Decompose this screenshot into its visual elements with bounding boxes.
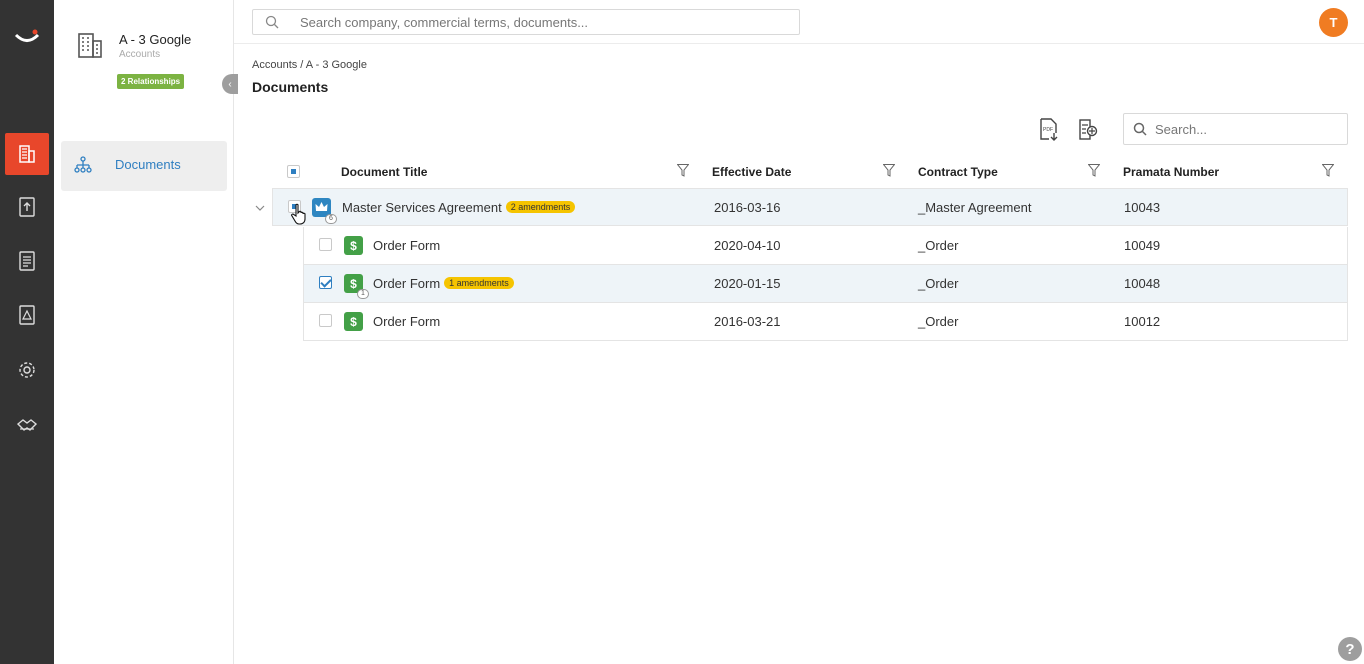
table-row[interactable]: $ Order Form 2016-03-21 _Order 10012: [303, 303, 1348, 341]
document-title[interactable]: Order Form: [373, 238, 440, 253]
page-title: Documents: [252, 79, 329, 95]
table-row[interactable]: $ Order Form 2020-04-10 _Order 10049: [303, 227, 1348, 265]
search-icon: [1133, 122, 1147, 136]
relationships-badge[interactable]: 2 Relationships: [117, 74, 185, 89]
account-type: Accounts: [119, 49, 161, 60]
effective-date: 2016-03-16: [714, 200, 781, 215]
col-header-title[interactable]: Document Title: [341, 165, 427, 179]
pramata-number: 10049: [1124, 238, 1161, 253]
effective-date: 2020-04-10: [714, 238, 781, 253]
amendments-badge: 2 amendments: [505, 201, 576, 213]
app-rail: [0, 0, 54, 664]
search-icon: [265, 15, 279, 29]
document-title[interactable]: Master Services Agreement 2 amendments: [342, 200, 576, 215]
pdf-download-icon[interactable]: PDF: [1038, 118, 1060, 142]
rail-document-icon[interactable]: [5, 240, 49, 282]
table-search-input[interactable]: Search...: [1123, 113, 1348, 145]
dollar-icon: $: [344, 312, 363, 331]
chevron-down-icon[interactable]: [255, 204, 265, 212]
pramata-number: 10043: [1124, 200, 1161, 215]
filter-icon[interactable]: [677, 164, 689, 177]
hand-cursor-icon: [291, 203, 306, 225]
document-title[interactable]: Order Form: [373, 314, 440, 329]
app-logo-icon[interactable]: [12, 26, 42, 48]
version-count: 1: [357, 289, 369, 299]
table-row[interactable]: 6 Master Services Agreement 2 amendments …: [272, 188, 1348, 226]
svg-text:PDF: PDF: [1043, 127, 1053, 133]
rail-settings-icon[interactable]: [5, 349, 49, 391]
user-avatar[interactable]: T: [1319, 8, 1348, 37]
contract-type: _Order: [918, 276, 959, 291]
document-title[interactable]: Order Form 1 amendments: [373, 276, 514, 291]
effective-date: 2016-03-21: [714, 314, 781, 329]
effective-date: 2020-01-15: [714, 276, 781, 291]
contract-type: _Master Agreement: [918, 200, 1032, 215]
col-header-type[interactable]: Contract Type: [918, 165, 998, 179]
filter-icon[interactable]: [1322, 164, 1334, 177]
col-header-number[interactable]: Pramata Number: [1123, 165, 1219, 179]
breadcrumb[interactable]: Accounts / A - 3 Google: [252, 59, 367, 71]
compare-documents-icon[interactable]: [1077, 118, 1099, 142]
pramata-number: 10048: [1124, 276, 1161, 291]
top-bar: Search company, commercial terms, docume…: [234, 0, 1364, 44]
rail-upload-icon[interactable]: [5, 186, 49, 228]
contract-type: _Order: [918, 314, 959, 329]
row-checkbox[interactable]: [319, 238, 332, 251]
col-header-date[interactable]: Effective Date: [712, 165, 791, 179]
table-search-placeholder: Search...: [1155, 122, 1208, 137]
search-placeholder: Search company, commercial terms, docume…: [300, 15, 589, 30]
dollar-icon: $: [344, 236, 363, 255]
table-row[interactable]: $ 1 Order Form 1 amendments 2020-01-15 _O…: [303, 265, 1348, 303]
global-search-input[interactable]: Search company, commercial terms, docume…: [252, 9, 800, 35]
contract-type: _Order: [918, 238, 959, 253]
collapse-panel-button[interactable]: ‹: [222, 74, 238, 94]
row-checkbox[interactable]: [319, 314, 332, 327]
row-checkbox[interactable]: [319, 276, 332, 289]
account-name: A - 3 Google: [119, 32, 192, 47]
rail-alert-document-icon[interactable]: [5, 294, 49, 336]
version-count: 6: [325, 214, 337, 224]
help-button[interactable]: ?: [1338, 637, 1362, 661]
rail-handshake-icon[interactable]: [5, 404, 49, 446]
account-panel: A - 3 Google Accounts 2 Relationships ‹ …: [54, 0, 238, 664]
building-icon: [78, 33, 102, 58]
filter-icon[interactable]: [883, 164, 895, 177]
filter-icon[interactable]: [1088, 164, 1100, 177]
pramata-number: 10012: [1124, 314, 1161, 329]
chevron-left-icon: ‹: [228, 78, 232, 90]
amendments-badge: 1 amendments: [444, 277, 514, 289]
